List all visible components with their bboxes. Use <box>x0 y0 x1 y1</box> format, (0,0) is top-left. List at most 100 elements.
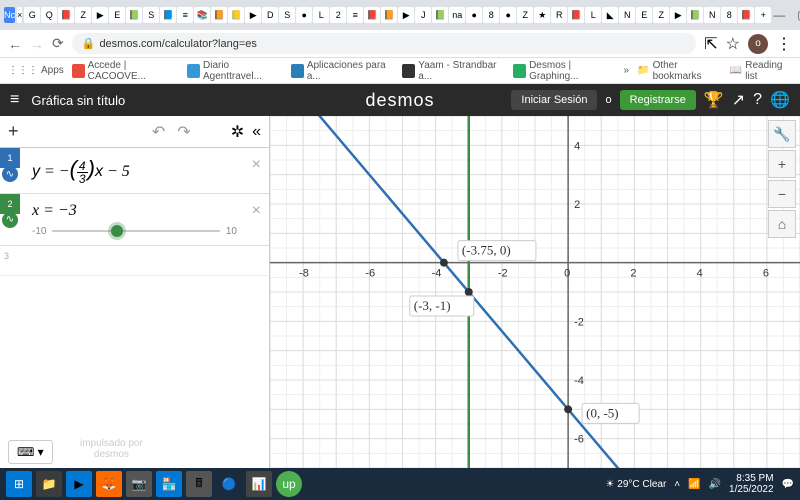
browser-tab[interactable]: D <box>262 7 278 23</box>
browser-tab[interactable]: E <box>636 7 652 23</box>
browser-tab[interactable]: 📕 <box>568 7 584 23</box>
browser-tab[interactable]: Z <box>75 7 91 23</box>
notifications-icon[interactable]: 💬 <box>782 479 794 490</box>
slider-track[interactable] <box>52 230 219 232</box>
wrench-icon[interactable]: 🔧 <box>768 120 796 148</box>
expression-row-empty[interactable]: 3 <box>0 246 269 276</box>
browser-tab[interactable]: N <box>704 7 720 23</box>
browser-tab[interactable]: ≡ <box>177 7 193 23</box>
browser-tab[interactable]: ▶ <box>245 7 261 23</box>
browser-tab[interactable]: ▶ <box>398 7 414 23</box>
browser-tab[interactable]: 8 <box>483 7 499 23</box>
taskbar-app[interactable]: 🦊 <box>96 471 122 497</box>
url-input[interactable]: 🔒 desmos.com/calculator?lang=es <box>72 33 697 54</box>
hamburger-icon[interactable]: ≡ <box>10 91 19 109</box>
browser-tab[interactable]: E <box>109 7 125 23</box>
delete-expression-icon[interactable]: × <box>252 202 261 220</box>
browser-tab[interactable]: na <box>449 7 465 23</box>
browser-tab[interactable]: ● <box>296 7 312 23</box>
browser-tab[interactable]: L <box>313 7 329 23</box>
browser-tab[interactable]: ▶ <box>670 7 686 23</box>
browser-tab[interactable]: 8 <box>721 7 737 23</box>
browser-tab[interactable]: 📙 <box>211 7 227 23</box>
start-button[interactable]: ⊞ <box>6 471 32 497</box>
browser-tab[interactable]: 📙 <box>381 7 397 23</box>
browser-tab[interactable]: 📚 <box>194 7 210 23</box>
browser-tab[interactable]: R <box>551 7 567 23</box>
browser-tab[interactable]: + <box>755 7 771 23</box>
share-icon[interactable]: ⇱ <box>704 34 717 54</box>
reading-list[interactable]: 📖 Reading list <box>730 60 792 82</box>
taskbar-app[interactable]: 🖩 <box>186 471 212 497</box>
browser-tab[interactable]: ● <box>500 7 516 23</box>
add-expression-button[interactable]: + <box>8 121 19 142</box>
browser-tab[interactable]: 📕 <box>364 7 380 23</box>
bookmark-item[interactable]: Desmos | Graphing... <box>513 60 615 82</box>
taskbar-app[interactable]: up <box>276 471 302 497</box>
profile-avatar[interactable]: o <box>748 34 768 54</box>
expression-row-2[interactable]: 2 ∿ x = −3 × -10 10 <box>0 194 269 246</box>
star-icon[interactable]: ☆ <box>726 34 740 54</box>
zoom-out-button[interactable]: − <box>768 180 796 208</box>
globe-icon[interactable]: 🌐 <box>770 90 790 110</box>
browser-tab[interactable]: 📘 <box>160 7 176 23</box>
taskbar-app[interactable]: 📷 <box>126 471 152 497</box>
delete-expression-icon[interactable]: × <box>252 156 261 174</box>
weather-widget[interactable]: ☀ 29°C Clear <box>606 479 667 490</box>
browser-tab[interactable]: Q <box>41 7 57 23</box>
expression-row-1[interactable]: 1 ∿ y = −(43)x − 5 × <box>0 148 269 194</box>
browser-tab[interactable]: ▶ <box>92 7 108 23</box>
redo-button[interactable]: ↷ <box>177 122 190 142</box>
trophy-icon[interactable]: 🏆 <box>704 90 724 110</box>
help-icon[interactable]: ? <box>753 91 762 109</box>
browser-tab[interactable]: 📒 <box>228 7 244 23</box>
collapse-sidebar-icon[interactable]: « <box>252 123 261 141</box>
clock[interactable]: 8:35 PM1/25/2022 <box>729 473 774 495</box>
settings-icon[interactable]: ✲ <box>231 122 244 142</box>
other-bookmarks[interactable]: 📁 Other bookmarks <box>637 60 722 82</box>
taskbar-app[interactable]: ▶ <box>66 471 92 497</box>
zoom-in-button[interactable]: + <box>768 150 796 178</box>
reload-button[interactable]: ⟳ <box>52 35 64 52</box>
taskbar-app[interactable]: 🏪 <box>156 471 182 497</box>
register-button[interactable]: Registrarse <box>620 90 696 110</box>
browser-tab[interactable]: Nc <box>4 7 15 23</box>
browser-tab[interactable]: × <box>17 7 22 23</box>
browser-tab[interactable]: 📗 <box>126 7 142 23</box>
browser-tab[interactable]: G <box>24 7 40 23</box>
browser-tab[interactable]: N <box>619 7 635 23</box>
back-button[interactable]: ← <box>8 36 22 52</box>
bookmark-item[interactable]: Accede | CACOOVE... <box>72 60 179 82</box>
undo-button[interactable]: ↶ <box>152 122 165 142</box>
line-color-icon[interactable]: ∿ <box>2 166 18 182</box>
tray-chevron-icon[interactable]: ˄ <box>674 479 680 490</box>
bookmark-item[interactable]: Aplicaciones para a... <box>291 60 394 82</box>
expression-input[interactable]: y = −(43)x − 5 <box>32 156 130 185</box>
browser-tab[interactable]: Z <box>517 7 533 23</box>
browser-tab[interactable]: J <box>415 7 431 23</box>
browser-tab[interactable]: S <box>143 7 159 23</box>
browser-tab[interactable]: 📗 <box>687 7 703 23</box>
menu-dots-icon[interactable]: ⋮ <box>776 34 792 54</box>
tray-volume-icon[interactable]: 🔊 <box>709 479 721 490</box>
graph-canvas[interactable]: -8-6-4-20246-6-4-224(-3.75, 0)(-3, -1)(0… <box>270 116 800 468</box>
apps-button[interactable]: ⋮⋮⋮ Apps <box>8 65 64 76</box>
browser-tab[interactable]: ★ <box>534 7 550 23</box>
taskbar-chrome[interactable]: 🔵 <box>216 471 242 497</box>
keyboard-button[interactable]: ⌨ ▾ <box>8 440 53 464</box>
expression-input[interactable]: x = −3 <box>32 202 257 220</box>
slider-thumb[interactable] <box>111 225 123 237</box>
browser-tab[interactable]: Z <box>653 7 669 23</box>
tray-wifi-icon[interactable]: 📶 <box>688 479 700 490</box>
browser-tab[interactable]: 📕 <box>738 7 754 23</box>
share-icon[interactable]: ↗ <box>732 90 745 110</box>
browser-tab[interactable]: L <box>585 7 601 23</box>
login-button[interactable]: Iniciar Sesión <box>511 90 597 110</box>
line-color-icon[interactable]: ∿ <box>2 212 18 228</box>
browser-tab[interactable]: S <box>279 7 295 23</box>
bookmark-item[interactable]: Yaam - Strandbar a... <box>402 60 505 82</box>
slider-control[interactable]: -10 10 <box>32 226 237 237</box>
bookmark-item[interactable]: Diario Agenttravel... <box>187 60 283 82</box>
browser-tab[interactable]: 📕 <box>58 7 74 23</box>
window-minimize[interactable]: — <box>773 8 785 22</box>
